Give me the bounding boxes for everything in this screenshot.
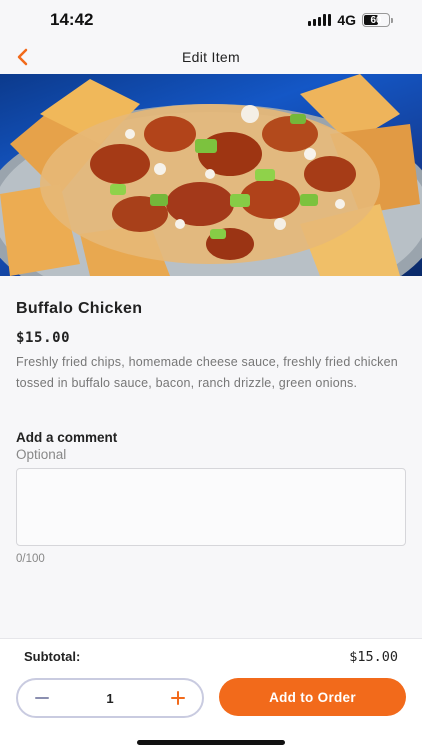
item-description: Freshly fried chips, homemade cheese sau… — [16, 355, 398, 390]
comment-label: Add a comment — [16, 430, 118, 445]
subtotal-value: $15.00 — [349, 649, 398, 665]
item-name: Buffalo Chicken — [16, 300, 143, 317]
quantity-value: 1 — [106, 690, 114, 706]
item-photo — [0, 74, 422, 276]
comment-input[interactable] — [16, 468, 406, 546]
status-bar: 14:42 4G 60 — [0, 0, 422, 40]
comment-optional-label: Optional — [16, 447, 67, 462]
battery-icon: 60 — [362, 13, 393, 27]
order-footer: Subtotal: $15.00 1 Add to Order — [0, 638, 422, 750]
subtotal-label: Subtotal: — [24, 649, 81, 664]
comment-char-counter: 0/100 — [16, 553, 45, 565]
quantity-stepper: 1 — [16, 678, 204, 718]
plus-icon — [170, 691, 185, 705]
back-button[interactable] — [8, 40, 38, 74]
item-price: $15.00 — [16, 330, 71, 346]
network-type: 4G — [337, 12, 356, 28]
item-details: Buffalo Chicken $15.00 Freshly fried chi… — [16, 300, 406, 393]
nav-bar: Edit Item — [0, 40, 422, 74]
home-indicator[interactable] — [137, 740, 285, 745]
page-title: Edit Item — [182, 49, 240, 65]
add-to-order-button[interactable]: Add to Order — [219, 678, 406, 716]
battery-level: 60 — [370, 14, 382, 26]
minus-icon — [35, 697, 49, 699]
signal-icon — [308, 14, 332, 26]
status-time: 14:42 — [50, 10, 94, 29]
status-indicators: 4G 60 — [308, 12, 393, 28]
increase-quantity-button[interactable] — [168, 688, 188, 708]
decrease-quantity-button[interactable] — [32, 688, 52, 708]
chevron-left-icon — [17, 48, 28, 66]
